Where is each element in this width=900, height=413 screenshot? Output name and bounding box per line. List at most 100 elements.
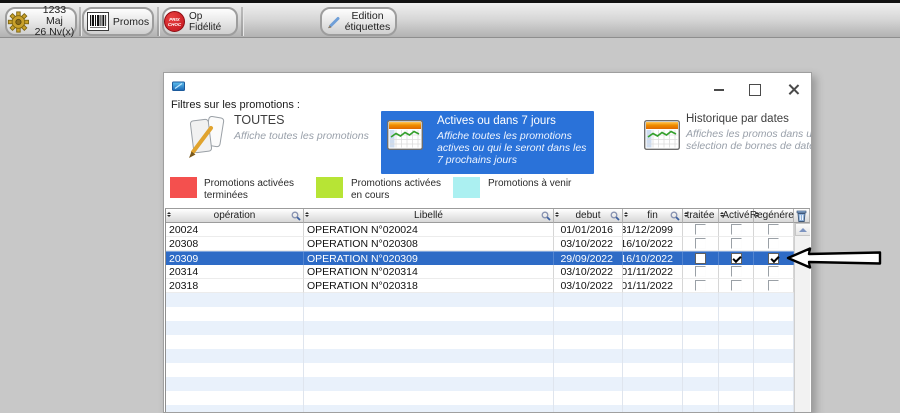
cell-libelle: OPERATION N°020309 bbox=[304, 252, 554, 266]
screen: 1233 Maj26 Nv(x) Promos PRIXCHOC bbox=[0, 0, 900, 413]
checkbox-regenerer[interactable] bbox=[768, 253, 779, 264]
empty-row bbox=[166, 405, 810, 413]
toolbar-button-promos-label: Promos bbox=[113, 16, 149, 28]
gear-icon bbox=[7, 10, 30, 34]
search-icon[interactable] bbox=[291, 211, 301, 221]
toolbar: 1233 Maj26 Nv(x) Promos PRIXCHOC bbox=[0, 0, 900, 38]
column-pin-icon bbox=[167, 210, 171, 219]
cell-libelle: OPERATION N°020024 bbox=[304, 223, 554, 237]
cell-operation: 20314 bbox=[166, 265, 304, 279]
checkbox-regenerer[interactable] bbox=[768, 280, 779, 291]
cell-fin: 16/10/2022 bbox=[623, 252, 683, 266]
checkbox-traitee[interactable] bbox=[695, 224, 706, 235]
legend-swatch-en-cours bbox=[316, 177, 343, 198]
empty-row bbox=[166, 321, 810, 335]
empty-row bbox=[166, 377, 810, 391]
maximize-button[interactable] bbox=[747, 82, 761, 96]
cell-fin: 01/11/2022 bbox=[623, 279, 683, 293]
tags-pencil-icon bbox=[184, 113, 228, 159]
empty-row bbox=[166, 307, 810, 321]
pencil-icon bbox=[327, 15, 341, 29]
checkbox-active[interactable] bbox=[731, 253, 742, 264]
trash-icon bbox=[796, 209, 807, 222]
legend-label: Promotions à venir bbox=[488, 178, 571, 190]
table-row[interactable]: 20024 OPERATION N°020024 01/01/2016 31/1… bbox=[166, 223, 810, 237]
toolbar-button-promos[interactable]: Promos bbox=[82, 7, 154, 36]
prix-choc-icon: PRIXCHOC bbox=[164, 11, 185, 32]
column-pin-icon bbox=[755, 210, 759, 219]
checkbox-regenerer[interactable] bbox=[768, 238, 779, 249]
search-icon[interactable] bbox=[610, 211, 620, 221]
table-row[interactable]: 20314 OPERATION N°020314 03/10/2022 01/1… bbox=[166, 265, 810, 279]
table-body: 20024 OPERATION N°020024 01/01/2016 31/1… bbox=[166, 223, 810, 413]
calendar-chart-icon bbox=[644, 120, 680, 150]
column-header-delete[interactable] bbox=[794, 209, 810, 223]
promotions-filter-dialog: Filtres sur les promotions : TOUTES Affi… bbox=[163, 72, 812, 413]
table-row[interactable]: 20308 OPERATION N°020308 03/10/2022 16/1… bbox=[166, 237, 810, 251]
column-pin-icon bbox=[624, 210, 628, 219]
checkbox-traitee[interactable] bbox=[695, 280, 706, 291]
empty-row bbox=[166, 349, 810, 363]
close-button[interactable] bbox=[786, 82, 800, 96]
toolbar-button-edition-etiquettes[interactable]: Editionétiquettes bbox=[320, 7, 397, 36]
empty-row bbox=[166, 391, 810, 405]
toolbar-button-edition-etiquettes-label: Editionétiquettes bbox=[345, 11, 391, 33]
legend-label: Promotions activéesen cours bbox=[351, 178, 441, 201]
cell-operation: 20024 bbox=[166, 223, 304, 237]
cell-libelle: OPERATION N°020314 bbox=[304, 265, 554, 279]
legend-swatch-a-venir bbox=[453, 177, 480, 198]
column-header-regenerer[interactable]: Regénérer bbox=[754, 209, 794, 223]
search-icon[interactable] bbox=[670, 211, 680, 221]
checkbox-active[interactable] bbox=[731, 266, 742, 277]
calendar-chart-icon bbox=[387, 120, 423, 150]
search-icon[interactable] bbox=[541, 211, 551, 221]
cell-debut: 03/10/2022 bbox=[554, 279, 623, 293]
cell-libelle: OPERATION N°020318 bbox=[304, 279, 554, 293]
column-pin-icon bbox=[684, 210, 688, 219]
barcode-icon bbox=[87, 12, 109, 31]
checkbox-regenerer[interactable] bbox=[768, 266, 779, 277]
table-row[interactable]: 20318 OPERATION N°020318 03/10/2022 01/1… bbox=[166, 279, 810, 293]
column-header-fin[interactable]: fin bbox=[623, 209, 683, 223]
toolbar-button-maj[interactable]: 1233 Maj26 Nv(x) bbox=[5, 7, 77, 36]
dialog-titlebar[interactable] bbox=[164, 73, 811, 99]
filter-option-historique-dates[interactable]: Historique par dates Affiches les promos… bbox=[642, 111, 810, 175]
minimize-button[interactable] bbox=[712, 82, 726, 96]
cell-operation: 20309 bbox=[166, 252, 304, 266]
column-header-traitee[interactable]: traitée bbox=[683, 209, 719, 223]
checkbox-traitee[interactable] bbox=[695, 238, 706, 249]
filter-title: Actives ou dans 7 jours bbox=[437, 115, 589, 127]
cell-fin: 31/12/2099 bbox=[623, 223, 683, 237]
filter-description: Affiche toutes les promotions actives ou… bbox=[437, 130, 589, 166]
cell-fin: 16/10/2022 bbox=[623, 237, 683, 251]
filter-title: TOUTES bbox=[234, 113, 369, 127]
checkbox-active[interactable] bbox=[731, 224, 742, 235]
column-header-operation[interactable]: opération bbox=[166, 209, 304, 223]
toolbar-separator bbox=[79, 7, 81, 36]
filter-option-actives-7-jours[interactable]: Actives ou dans 7 jours Affiche toutes l… bbox=[381, 111, 594, 174]
table-row-selected[interactable]: 20309 OPERATION N°020309 29/09/2022 16/1… bbox=[166, 251, 810, 265]
column-header-active[interactable]: Activé bbox=[719, 209, 754, 223]
checkbox-traitee[interactable] bbox=[695, 266, 706, 277]
filter-option-toutes[interactable]: TOUTES Affiche toutes les promotions bbox=[182, 111, 372, 175]
checkbox-active[interactable] bbox=[731, 238, 742, 249]
legend-swatch-terminees bbox=[170, 177, 197, 198]
filter-title: Historique par dates bbox=[686, 113, 812, 125]
filters-section-label: Filtres sur les promotions : bbox=[171, 99, 300, 111]
cell-debut: 03/10/2022 bbox=[554, 237, 623, 251]
empty-row bbox=[166, 293, 810, 307]
column-header-debut[interactable]: debut bbox=[554, 209, 623, 223]
column-pin-icon bbox=[555, 210, 559, 219]
column-pin-icon bbox=[720, 210, 724, 219]
legend-label: Promotions activéesterminées bbox=[204, 178, 294, 201]
toolbar-button-op-fidelite[interactable]: PRIXCHOC Op Fidélité bbox=[162, 7, 238, 36]
checkbox-traitee[interactable] bbox=[695, 253, 706, 264]
checkbox-regenerer[interactable] bbox=[768, 224, 779, 235]
empty-row bbox=[166, 335, 810, 349]
column-pin-icon bbox=[305, 210, 309, 219]
scroll-up-button[interactable] bbox=[795, 223, 810, 236]
toolbar-separator bbox=[157, 7, 159, 36]
column-header-libelle[interactable]: Libellé bbox=[304, 209, 554, 223]
checkbox-active[interactable] bbox=[731, 280, 742, 291]
toolbar-button-maj-label: 1233 Maj26 Nv(x) bbox=[34, 5, 75, 38]
